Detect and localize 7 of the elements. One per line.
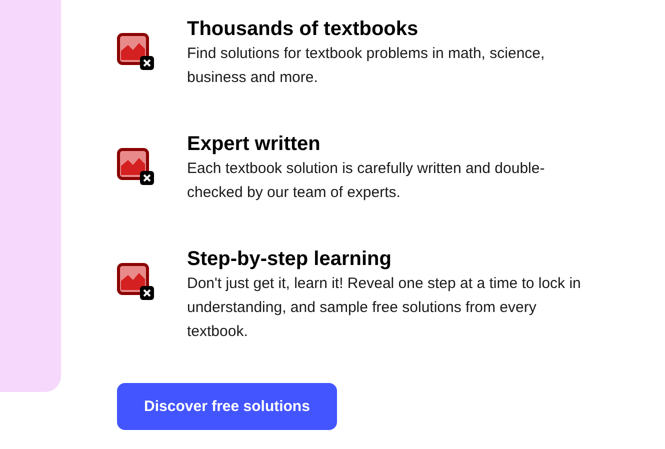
feature-title: Thousands of textbooks xyxy=(187,17,420,42)
feature-description: Each textbook solution is carefully written and double-checked by our team of experts. xyxy=(187,159,546,203)
feature-title: Expert written xyxy=(187,132,322,157)
discover-button[interactable]: Discover free solutions xyxy=(117,383,337,430)
feature-description: Find solutions for textbook problems in math, science, business and more. xyxy=(187,44,546,88)
feature-description: Don't just get it, learn it! Reveal one step at a time to lock in understanding, and sample free solutions from every textbook. xyxy=(187,274,582,342)
feature-title: Step-by-step learning xyxy=(187,247,392,272)
